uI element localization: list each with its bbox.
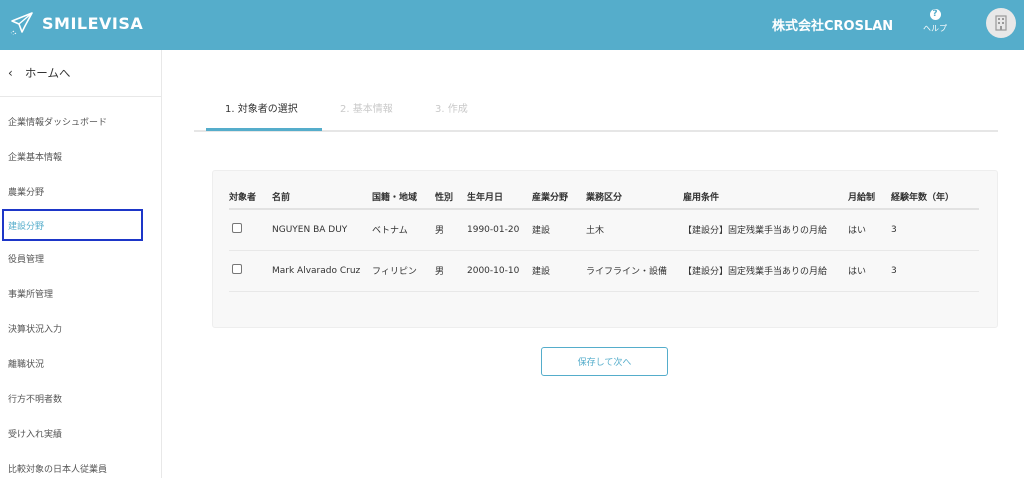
select-cell: [229, 209, 272, 251]
col-monthly: 月給制: [848, 185, 891, 210]
save-next-button[interactable]: 保存して次へ: [541, 347, 668, 376]
cell-monthly: はい: [848, 250, 891, 292]
help-label: ヘルプ: [923, 24, 947, 33]
col-name: 名前: [272, 185, 372, 210]
col-gender: 性別: [435, 185, 467, 210]
chevron-left-icon: ‹: [8, 66, 13, 80]
home-link[interactable]: ‹ ホームへ: [0, 50, 161, 97]
top-bar: SMILEVISA 株式会社CROSLAN ? ヘルプ: [0, 0, 1024, 50]
paper-plane-icon: [10, 12, 33, 35]
sidebar-item-japanese-employees[interactable]: 比較対象の日本人従業員: [0, 451, 161, 486]
cell-birthdate: 1990-01-20: [467, 209, 532, 251]
home-label: ホームへ: [24, 66, 71, 80]
cell-nationality: ベトナム: [372, 209, 435, 251]
cell-category: ライフライン・設備: [586, 250, 683, 292]
building-icon: [995, 15, 1007, 31]
col-industry: 産業分野: [532, 185, 586, 210]
sidebar-item-acceptance[interactable]: 受け入れ実績: [0, 416, 161, 451]
sidebar-item-agriculture[interactable]: 農業分野: [0, 174, 161, 209]
sidebar-item-company-info[interactable]: 企業基本情報: [0, 139, 161, 174]
help-icon: ?: [929, 9, 941, 20]
cell-birthdate: 2000-10-10: [467, 250, 532, 292]
sidebar-item-dashboard[interactable]: 企業情報ダッシュボード: [0, 104, 161, 139]
cell-years: 3: [891, 250, 979, 292]
col-years: 経験年数（年）: [891, 185, 979, 210]
sidebar-item-missing[interactable]: 行方不明者数: [0, 381, 161, 416]
sidebar-item-construction[interactable]: 建設分野: [2, 209, 143, 241]
table-header-row: 対象者 名前 国籍・地域 性別 生年月日 産業分野 業務区分 雇用条件 月給制 …: [229, 185, 979, 210]
sidebar-item-turnover[interactable]: 離職状況: [0, 346, 161, 381]
cell-industry: 建設: [532, 250, 586, 292]
sidebar-menu: 企業情報ダッシュボード 企業基本情報 農業分野 建設分野 役員管理 事業所管理 …: [0, 104, 161, 486]
company-name[interactable]: 株式会社CROSLAN: [772, 15, 893, 34]
select-checkbox[interactable]: [232, 223, 242, 234]
select-cell: [229, 250, 272, 292]
cell-employment: 【建設分】固定残業手当ありの月給: [683, 250, 848, 292]
active-tab-indicator: [206, 128, 322, 131]
logo-text: SMILEVISA: [42, 13, 144, 33]
col-target: 対象者: [229, 185, 272, 210]
col-employment: 雇用条件: [683, 185, 848, 210]
col-category: 業務区分: [586, 185, 683, 210]
tab-basic-info[interactable]: 2. 基本情報: [340, 100, 393, 115]
col-birthdate: 生年月日: [467, 185, 532, 210]
cell-nationality: フィリピン: [372, 250, 435, 292]
sidebar-item-offices[interactable]: 事業所管理: [0, 276, 161, 311]
target-table: 対象者 名前 国籍・地域 性別 生年月日 産業分野 業務区分 雇用条件 月給制 …: [229, 185, 979, 292]
cell-years: 3: [891, 209, 979, 251]
cell-category: 土木: [586, 209, 683, 251]
logo[interactable]: SMILEVISA: [10, 11, 143, 35]
cell-industry: 建設: [532, 209, 586, 251]
table-row: Mark Alvarado Cruz フィリピン 男 2000-10-10 建設…: [229, 250, 979, 292]
sidebar-item-financials[interactable]: 決算状況入力: [0, 311, 161, 346]
col-nationality: 国籍・地域: [372, 185, 435, 210]
sidebar-item-officers[interactable]: 役員管理: [0, 241, 161, 276]
step-tabs: 1. 対象者の選択 2. 基本情報 3. 作成: [194, 96, 998, 132]
select-checkbox[interactable]: [232, 264, 242, 274]
cell-name: Mark Alvarado Cruz: [272, 250, 372, 292]
cell-employment: 【建設分】固定残業手当ありの月給: [683, 209, 848, 251]
avatar[interactable]: [986, 8, 1016, 38]
target-panel: 対象者 名前 国籍・地域 性別 生年月日 産業分野 業務区分 雇用条件 月給制 …: [212, 170, 998, 328]
cell-monthly: はい: [848, 209, 891, 251]
cell-name: NGUYEN BA DUY: [272, 209, 372, 251]
cell-gender: 男: [435, 250, 467, 292]
table-row: NGUYEN BA DUY ベトナム 男 1990-01-20 建設 土木 【建…: [229, 209, 979, 251]
cell-gender: 男: [435, 209, 467, 251]
tab-select-target[interactable]: 1. 対象者の選択: [225, 100, 298, 115]
help-button[interactable]: ? ヘルプ: [920, 9, 950, 34]
sidebar: ‹ ホームへ 企業情報ダッシュボード 企業基本情報 農業分野 建設分野 役員管理…: [0, 50, 162, 478]
tab-create[interactable]: 3. 作成: [435, 100, 468, 115]
